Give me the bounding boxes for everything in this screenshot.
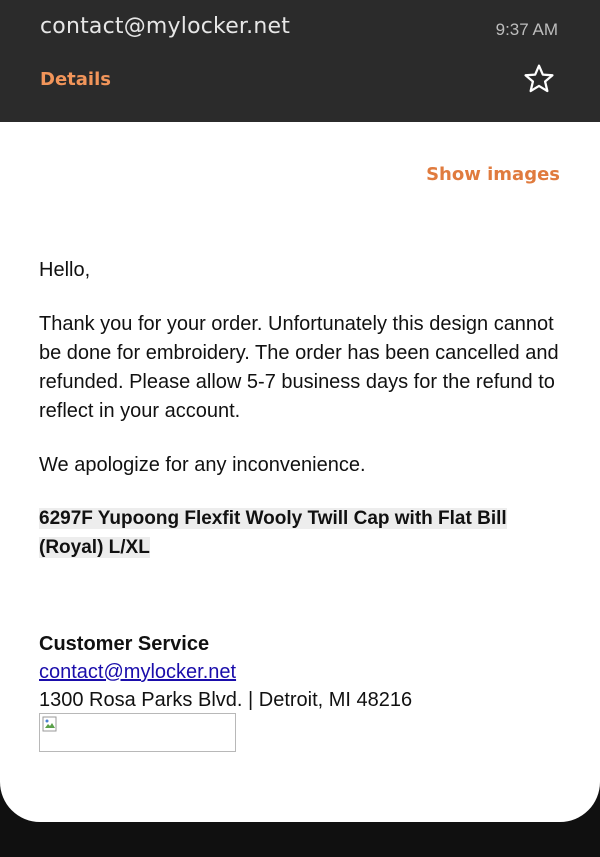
signature-email-link[interactable]: contact@mylocker.net — [39, 658, 412, 686]
star-icon[interactable] — [522, 62, 556, 96]
apology-paragraph: We apologize for any inconvenience. — [39, 454, 366, 476]
broken-image — [39, 713, 236, 752]
broken-image-icon — [42, 716, 57, 732]
show-images-button[interactable]: Show images — [426, 164, 560, 185]
signature-block: Customer Service contact@mylocker.net 13… — [39, 630, 412, 714]
received-time: 9:37 AM — [495, 20, 558, 39]
email-content: Hello, Thank you for your order. Unfortu… — [39, 256, 569, 562]
product-name-line1: 6297F Yupoong Flexfit Wooly Twill Cap wi… — [39, 508, 507, 529]
product-name: 6297F Yupoong Flexfit Wooly Twill Cap wi… — [39, 504, 569, 562]
email-header: contact@mylocker.net 9:37 AM Details — [0, 0, 600, 122]
product-name-line2: (Royal) L/XL — [39, 537, 150, 558]
signature-address: 1300 Rosa Parks Blvd. | Detroit, MI 4821… — [39, 689, 413, 711]
greeting-text: Hello, — [39, 259, 91, 281]
sender-address: contact@mylocker.net — [40, 14, 291, 39]
signature-name: Customer Service — [39, 633, 210, 655]
details-button[interactable]: Details — [40, 69, 111, 90]
message-paragraph: Thank you for your order. Unfortunately … — [39, 313, 559, 422]
